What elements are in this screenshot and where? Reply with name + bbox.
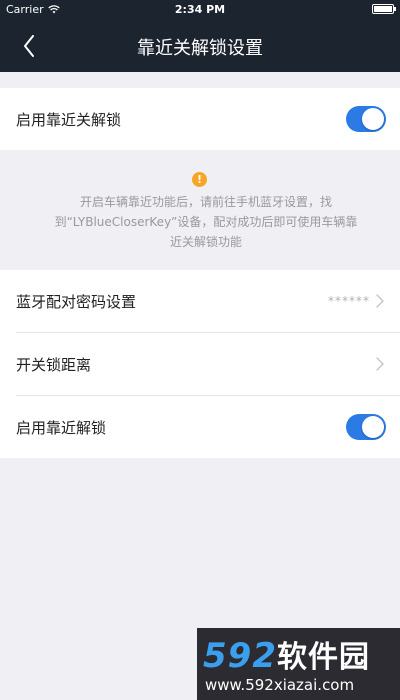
toggle-knob bbox=[362, 416, 384, 438]
row-lock-distance[interactable]: 开关锁距离 bbox=[0, 333, 400, 395]
info-section: ! 开启车辆靠近功能后，请前往手机蓝牙设置，找到“LYBlueCloserKey… bbox=[0, 150, 400, 270]
status-bar: Carrier 2:34 PM bbox=[0, 0, 400, 20]
row-label: 启用靠近关解锁 bbox=[16, 110, 122, 129]
watermark-brand: 592软件园 bbox=[203, 632, 370, 676]
row-enable-proximity-lock: 启用靠近关解锁 bbox=[0, 88, 400, 150]
info-text: 开启车辆靠近功能后，请前往手机蓝牙设置，找到“LYBlueCloserKey”设… bbox=[54, 195, 358, 249]
row-label: 开关锁距离 bbox=[16, 355, 92, 374]
watermark-brand-number: 592 bbox=[203, 636, 277, 676]
toggle-knob bbox=[362, 108, 384, 130]
status-time: 2:34 PM bbox=[174, 3, 226, 16]
nav-bar: 靠近关解锁设置 bbox=[0, 20, 400, 72]
settings-group-bottom: 蓝牙配对密码设置 ****** 开关锁距离 启用靠近解锁 bbox=[0, 270, 400, 458]
chevron-right-icon bbox=[376, 294, 384, 308]
info-icon: ! bbox=[192, 172, 207, 187]
watermark-brand-text: 软件园 bbox=[276, 640, 370, 675]
proximity-unlock-toggle[interactable] bbox=[346, 414, 386, 440]
row-label: 蓝牙配对密码设置 bbox=[16, 292, 137, 311]
watermark-logo: 592软件园 www.592xiazai.com bbox=[197, 628, 400, 700]
row-bluetooth-password[interactable]: 蓝牙配对密码设置 ****** bbox=[0, 270, 400, 332]
row-label: 启用靠近解锁 bbox=[16, 418, 107, 437]
proximity-lock-toggle[interactable] bbox=[346, 106, 386, 132]
page-title: 靠近关解锁设置 bbox=[137, 38, 263, 59]
watermark-url: www.592xiazai.com bbox=[205, 676, 355, 694]
chevron-right-icon bbox=[376, 357, 384, 371]
row-enable-proximity-unlock: 启用靠近解锁 bbox=[0, 396, 400, 458]
battery-icon bbox=[372, 4, 396, 14]
status-bar-right bbox=[372, 4, 396, 14]
settings-group-top: 启用靠近关解锁 bbox=[0, 88, 400, 150]
password-value: ****** bbox=[328, 294, 370, 308]
